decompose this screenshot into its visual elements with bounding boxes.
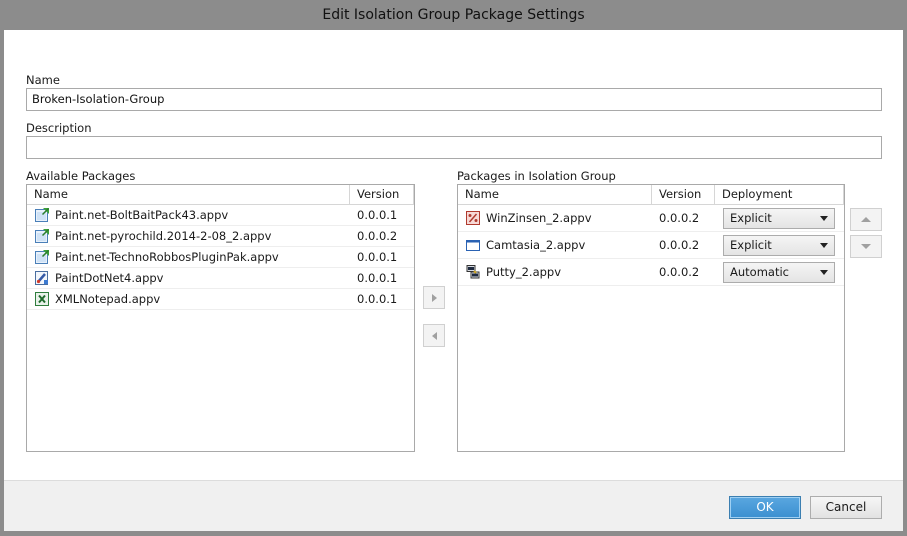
package-name: PaintDotNet4.appv xyxy=(55,271,164,285)
name-input[interactable]: Broken-Isolation-Group xyxy=(26,88,882,111)
description-label: Description xyxy=(26,121,92,135)
deployment-value: Explicit xyxy=(730,211,772,225)
appv-package-icon xyxy=(34,228,50,244)
group-packages-label: Packages in Isolation Group xyxy=(457,169,616,183)
cancel-button[interactable]: Cancel xyxy=(810,496,882,519)
chevron-down-icon xyxy=(820,215,828,221)
column-header-deployment[interactable]: Deployment xyxy=(715,185,844,204)
table-row[interactable]: XMLNotepad.appv 0.0.0.1 xyxy=(27,289,414,310)
table-row[interactable]: PaintDotNet4.appv 0.0.0.1 xyxy=(27,268,414,289)
putty-app-icon xyxy=(465,264,481,280)
deployment-value: Explicit xyxy=(730,238,772,252)
group-list-header: Name Version Deployment xyxy=(458,185,844,205)
dialog-body: Name Broken-Isolation-Group Description … xyxy=(4,30,903,480)
add-to-group-button[interactable] xyxy=(423,286,445,309)
package-name-cell: WinZinsen_2.appv xyxy=(458,205,652,231)
available-packages-list[interactable]: Name Version Paint.net-BoltBaitPack43.ap… xyxy=(26,184,415,452)
package-version: 0.0.0.2 xyxy=(659,211,700,225)
chevron-down-icon xyxy=(820,242,828,248)
available-packages-label: Available Packages xyxy=(26,169,136,183)
table-row[interactable]: Paint.net-BoltBaitPack43.appv 0.0.0.1 xyxy=(27,205,414,226)
ok-button[interactable]: OK xyxy=(729,496,801,519)
package-name: XMLNotepad.appv xyxy=(55,292,161,306)
arrow-down-icon xyxy=(861,244,871,249)
table-row[interactable]: Paint.net-pyrochild.2014-2-08_2.appv 0.0.… xyxy=(27,226,414,247)
package-version: 0.0.0.1 xyxy=(357,208,398,222)
move-down-button[interactable] xyxy=(850,235,882,258)
column-header-version[interactable]: Version xyxy=(652,185,715,204)
dialog-footer: OK Cancel xyxy=(4,480,903,531)
package-name-cell: Putty_2.appv xyxy=(458,259,652,285)
table-row[interactable]: WinZinsen_2.appv 0.0.0.2 Explicit xyxy=(458,205,844,232)
package-name-cell: XMLNotepad.appv xyxy=(27,289,350,309)
window-app-icon xyxy=(465,237,481,253)
table-row[interactable]: Putty_2.appv 0.0.0.2 Automatic xyxy=(458,259,844,286)
package-name-cell: Paint.net-pyrochild.2014-2-08_2.appv xyxy=(27,226,350,246)
package-name: Paint.net-BoltBaitPack43.appv xyxy=(55,208,229,222)
arrow-up-icon xyxy=(861,217,871,222)
arrow-right-icon xyxy=(431,293,437,302)
package-version: 0.0.0.1 xyxy=(357,250,398,264)
deployment-dropdown[interactable]: Explicit xyxy=(723,207,835,229)
group-rows: WinZinsen_2.appv 0.0.0.2 Explicit Camtasia_… xyxy=(458,205,844,286)
chevron-down-icon xyxy=(820,269,828,275)
column-header-name[interactable]: Name xyxy=(27,185,350,204)
package-name: Putty_2.appv xyxy=(486,265,562,279)
package-version: 0.0.0.1 xyxy=(357,292,398,306)
deployment-dropdown[interactable]: Automatic xyxy=(723,261,835,283)
deployment-value: Automatic xyxy=(730,265,789,279)
deployment-cell: Explicit xyxy=(715,205,844,231)
table-row[interactable]: Camtasia_2.appv 0.0.0.2 Explicit xyxy=(458,232,844,259)
package-version: 0.0.0.2 xyxy=(659,265,700,279)
package-name: WinZinsen_2.appv xyxy=(486,211,592,225)
package-name: Camtasia_2.appv xyxy=(486,238,586,252)
excel-style-icon xyxy=(34,291,50,307)
group-packages-list[interactable]: Name Version Deployment WinZinsen_2.appv… xyxy=(457,184,845,452)
package-name: Paint.net-TechnoRobbosPluginPak.appv xyxy=(55,250,279,264)
window-title: Edit Isolation Group Package Settings xyxy=(0,0,907,30)
package-version: 0.0.0.1 xyxy=(357,271,398,285)
package-version: 0.0.0.2 xyxy=(357,229,398,243)
appv-package-icon xyxy=(34,249,50,265)
percent-app-icon xyxy=(465,210,481,226)
column-header-version[interactable]: Version xyxy=(350,185,414,204)
package-version: 0.0.0.2 xyxy=(659,238,700,252)
deployment-cell: Explicit xyxy=(715,232,844,258)
deployment-dropdown[interactable]: Explicit xyxy=(723,234,835,256)
available-list-header: Name Version xyxy=(27,185,414,205)
available-rows: Paint.net-BoltBaitPack43.appv 0.0.0.1 Pain… xyxy=(27,205,414,310)
package-name-cell: Paint.net-BoltBaitPack43.appv xyxy=(27,205,350,225)
package-name-cell: PaintDotNet4.appv xyxy=(27,268,350,288)
table-row[interactable]: Paint.net-TechnoRobbosPluginPak.appv 0.0.… xyxy=(27,247,414,268)
description-input[interactable] xyxy=(26,136,882,159)
arrow-left-icon xyxy=(431,331,437,340)
column-header-name[interactable]: Name xyxy=(458,185,652,204)
name-label: Name xyxy=(26,73,60,87)
remove-from-group-button[interactable] xyxy=(423,324,445,347)
deployment-cell: Automatic xyxy=(715,259,844,285)
package-name-cell: Camtasia_2.appv xyxy=(458,232,652,258)
move-up-button[interactable] xyxy=(850,208,882,231)
package-name-cell: Paint.net-TechnoRobbosPluginPak.appv xyxy=(27,247,350,267)
appv-package-icon xyxy=(34,207,50,223)
paint-app-icon xyxy=(34,270,50,286)
package-name: Paint.net-pyrochild.2014-2-08_2.appv xyxy=(55,229,272,243)
